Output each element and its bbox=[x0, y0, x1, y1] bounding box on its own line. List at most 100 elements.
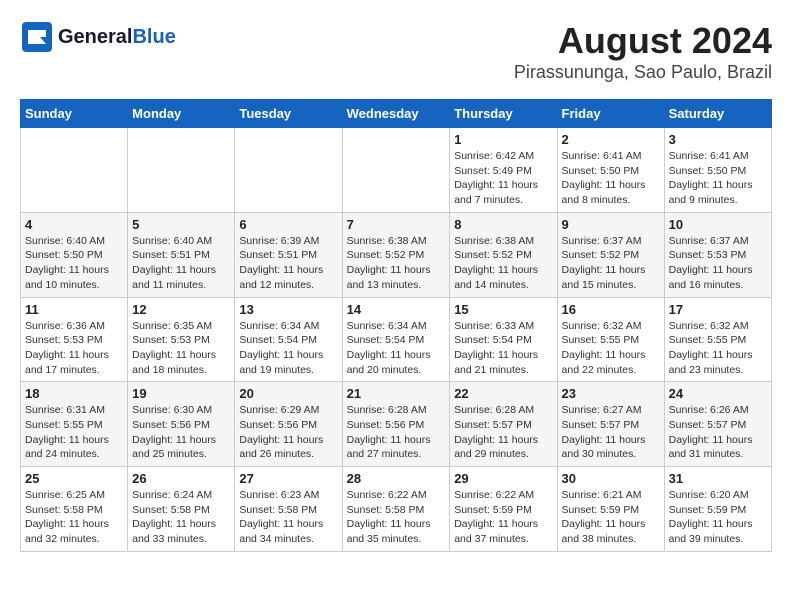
day-number: 5 bbox=[132, 217, 230, 232]
calendar-cell: 5 Sunrise: 6:40 AM Sunset: 5:51 PM Daylig… bbox=[128, 212, 235, 297]
day-info: Sunrise: 6:35 AM Sunset: 5:53 PM Dayligh… bbox=[132, 319, 230, 378]
day-info: Sunrise: 6:27 AM Sunset: 5:57 PM Dayligh… bbox=[562, 403, 660, 462]
calendar-cell: 15 Sunrise: 6:33 AM Sunset: 5:54 PM Dayli… bbox=[450, 297, 557, 382]
calendar-cell: 26 Sunrise: 6:24 AM Sunset: 5:58 PM Dayli… bbox=[128, 467, 235, 552]
day-number: 30 bbox=[562, 471, 660, 486]
day-number: 10 bbox=[669, 217, 767, 232]
day-number: 8 bbox=[454, 217, 552, 232]
day-number: 9 bbox=[562, 217, 660, 232]
day-info: Sunrise: 6:34 AM Sunset: 5:54 PM Dayligh… bbox=[239, 319, 337, 378]
weekday-header-thursday: Thursday bbox=[450, 100, 557, 128]
day-number: 19 bbox=[132, 386, 230, 401]
day-number: 26 bbox=[132, 471, 230, 486]
calendar-cell: 4 Sunrise: 6:40 AM Sunset: 5:50 PM Daylig… bbox=[21, 212, 128, 297]
day-number: 4 bbox=[25, 217, 123, 232]
day-number: 3 bbox=[669, 132, 767, 147]
calendar-cell: 2 Sunrise: 6:41 AM Sunset: 5:50 PM Daylig… bbox=[557, 128, 664, 213]
calendar-cell: 22Sunrise: 6:28 AM Sunset: 5:57 PM Dayli… bbox=[450, 382, 557, 467]
calendar-body: 1 Sunrise: 6:42 AM Sunset: 5:49 PM Daylig… bbox=[21, 128, 772, 552]
logo-icon bbox=[20, 20, 54, 54]
day-number: 21 bbox=[347, 386, 446, 401]
calendar-cell: 3Sunrise: 6:41 AM Sunset: 5:50 PM Daylig… bbox=[664, 128, 771, 213]
logo: GeneralBlue bbox=[20, 20, 176, 54]
logo-blue-text: Blue bbox=[132, 26, 175, 48]
calendar-cell: 29Sunrise: 6:22 AM Sunset: 5:59 PM Dayli… bbox=[450, 467, 557, 552]
day-info: Sunrise: 6:32 AM Sunset: 5:55 PM Dayligh… bbox=[562, 319, 660, 378]
calendar-cell: 6Sunrise: 6:39 AM Sunset: 5:51 PM Daylig… bbox=[235, 212, 342, 297]
day-info: Sunrise: 6:33 AM Sunset: 5:54 PM Dayligh… bbox=[454, 319, 552, 378]
day-info: Sunrise: 6:21 AM Sunset: 5:59 PM Dayligh… bbox=[562, 488, 660, 547]
calendar-cell: 14 Sunrise: 6:34 AM Sunset: 5:54 PM Dayli… bbox=[342, 297, 450, 382]
day-info: Sunrise: 6:25 AM Sunset: 5:58 PM Dayligh… bbox=[25, 488, 123, 547]
day-number: 15 bbox=[454, 302, 552, 317]
calendar-cell: 9 Sunrise: 6:37 AM Sunset: 5:52 PM Daylig… bbox=[557, 212, 664, 297]
day-info: Sunrise: 6:32 AM Sunset: 5:55 PM Dayligh… bbox=[669, 319, 767, 378]
day-number: 23 bbox=[562, 386, 660, 401]
day-info: Sunrise: 6:26 AM Sunset: 5:57 PM Dayligh… bbox=[669, 403, 767, 462]
calendar-week-0: 1 Sunrise: 6:42 AM Sunset: 5:49 PM Daylig… bbox=[21, 128, 772, 213]
calendar-cell: 8 Sunrise: 6:38 AM Sunset: 5:52 PM Daylig… bbox=[450, 212, 557, 297]
day-info: Sunrise: 6:24 AM Sunset: 5:58 PM Dayligh… bbox=[132, 488, 230, 547]
calendar-week-1: 4 Sunrise: 6:40 AM Sunset: 5:50 PM Daylig… bbox=[21, 212, 772, 297]
logo-general-text: General bbox=[58, 26, 132, 48]
page-subtitle: Pirassununga, Sao Paulo, Brazil bbox=[514, 62, 772, 83]
calendar-cell bbox=[342, 128, 450, 213]
day-info: Sunrise: 6:39 AM Sunset: 5:51 PM Dayligh… bbox=[239, 234, 337, 293]
calendar-cell bbox=[21, 128, 128, 213]
calendar-cell: 18 Sunrise: 6:31 AM Sunset: 5:55 PM Dayli… bbox=[21, 382, 128, 467]
title-section: August 2024 Pirassununga, Sao Paulo, Bra… bbox=[514, 20, 772, 83]
day-info: Sunrise: 6:22 AM Sunset: 5:59 PM Dayligh… bbox=[454, 488, 552, 547]
day-number: 11 bbox=[25, 302, 123, 317]
calendar-cell: 24 Sunrise: 6:26 AM Sunset: 5:57 PM Dayli… bbox=[664, 382, 771, 467]
day-info: Sunrise: 6:31 AM Sunset: 5:55 PM Dayligh… bbox=[25, 403, 123, 462]
weekday-header-saturday: Saturday bbox=[664, 100, 771, 128]
day-info: Sunrise: 6:38 AM Sunset: 5:52 PM Dayligh… bbox=[347, 234, 446, 293]
calendar-cell: 11 Sunrise: 6:36 AM Sunset: 5:53 PM Dayli… bbox=[21, 297, 128, 382]
calendar-cell: 23 Sunrise: 6:27 AM Sunset: 5:57 PM Dayli… bbox=[557, 382, 664, 467]
weekday-header-sunday: Sunday bbox=[21, 100, 128, 128]
day-info: Sunrise: 6:37 AM Sunset: 5:52 PM Dayligh… bbox=[562, 234, 660, 293]
calendar-week-2: 11 Sunrise: 6:36 AM Sunset: 5:53 PM Dayli… bbox=[21, 297, 772, 382]
day-number: 7 bbox=[347, 217, 446, 232]
day-number: 28 bbox=[347, 471, 446, 486]
calendar-cell: 10Sunrise: 6:37 AM Sunset: 5:53 PM Dayli… bbox=[664, 212, 771, 297]
day-info: Sunrise: 6:22 AM Sunset: 5:58 PM Dayligh… bbox=[347, 488, 446, 547]
calendar-cell: 25 Sunrise: 6:25 AM Sunset: 5:58 PM Dayli… bbox=[21, 467, 128, 552]
day-info: Sunrise: 6:20 AM Sunset: 5:59 PM Dayligh… bbox=[669, 488, 767, 547]
calendar-cell: 27Sunrise: 6:23 AM Sunset: 5:58 PM Dayli… bbox=[235, 467, 342, 552]
day-number: 12 bbox=[132, 302, 230, 317]
calendar-week-4: 25 Sunrise: 6:25 AM Sunset: 5:58 PM Dayli… bbox=[21, 467, 772, 552]
day-number: 16 bbox=[562, 302, 660, 317]
day-info: Sunrise: 6:34 AM Sunset: 5:54 PM Dayligh… bbox=[347, 319, 446, 378]
page-header: GeneralBlue August 2024 Pirassununga, Sa… bbox=[20, 20, 772, 83]
day-info: Sunrise: 6:40 AM Sunset: 5:51 PM Dayligh… bbox=[132, 234, 230, 293]
calendar-cell: 12 Sunrise: 6:35 AM Sunset: 5:53 PM Dayli… bbox=[128, 297, 235, 382]
day-number: 2 bbox=[562, 132, 660, 147]
day-number: 24 bbox=[669, 386, 767, 401]
calendar-cell: 28 Sunrise: 6:22 AM Sunset: 5:58 PM Dayli… bbox=[342, 467, 450, 552]
day-number: 25 bbox=[25, 471, 123, 486]
day-info: Sunrise: 6:28 AM Sunset: 5:56 PM Dayligh… bbox=[347, 403, 446, 462]
calendar-cell: 31 Sunrise: 6:20 AM Sunset: 5:59 PM Dayli… bbox=[664, 467, 771, 552]
day-number: 22 bbox=[454, 386, 552, 401]
day-info: Sunrise: 6:38 AM Sunset: 5:52 PM Dayligh… bbox=[454, 234, 552, 293]
weekday-header-wednesday: Wednesday bbox=[342, 100, 450, 128]
day-number: 14 bbox=[347, 302, 446, 317]
calendar-cell: 21 Sunrise: 6:28 AM Sunset: 5:56 PM Dayli… bbox=[342, 382, 450, 467]
day-number: 1 bbox=[454, 132, 552, 147]
calendar-cell: 7 Sunrise: 6:38 AM Sunset: 5:52 PM Daylig… bbox=[342, 212, 450, 297]
day-number: 17 bbox=[669, 302, 767, 317]
day-info: Sunrise: 6:40 AM Sunset: 5:50 PM Dayligh… bbox=[25, 234, 123, 293]
calendar-cell: 30 Sunrise: 6:21 AM Sunset: 5:59 PM Dayli… bbox=[557, 467, 664, 552]
weekday-header-friday: Friday bbox=[557, 100, 664, 128]
calendar-cell bbox=[128, 128, 235, 213]
day-number: 18 bbox=[25, 386, 123, 401]
day-info: Sunrise: 6:36 AM Sunset: 5:53 PM Dayligh… bbox=[25, 319, 123, 378]
day-info: Sunrise: 6:23 AM Sunset: 5:58 PM Dayligh… bbox=[239, 488, 337, 547]
day-info: Sunrise: 6:42 AM Sunset: 5:49 PM Dayligh… bbox=[454, 149, 552, 208]
calendar-table: SundayMondayTuesdayWednesdayThursdayFrid… bbox=[20, 99, 772, 552]
day-info: Sunrise: 6:41 AM Sunset: 5:50 PM Dayligh… bbox=[562, 149, 660, 208]
calendar-cell: 19Sunrise: 6:30 AM Sunset: 5:56 PM Dayli… bbox=[128, 382, 235, 467]
calendar-cell: 13Sunrise: 6:34 AM Sunset: 5:54 PM Dayli… bbox=[235, 297, 342, 382]
day-number: 31 bbox=[669, 471, 767, 486]
